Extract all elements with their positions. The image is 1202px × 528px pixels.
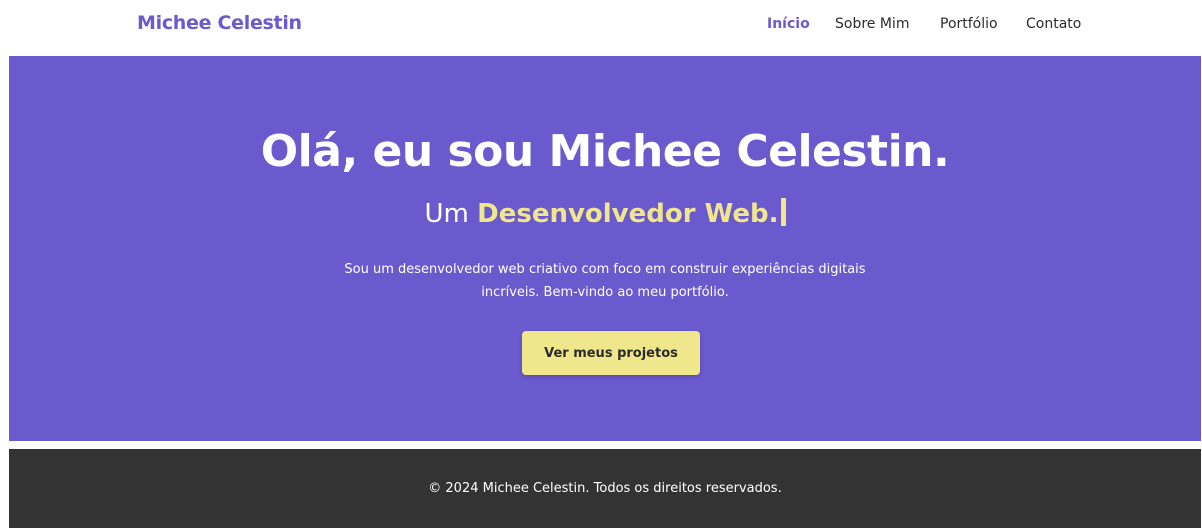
hero-subtitle: Um Desenvolvedor Web. — [9, 198, 1201, 229]
footer-copyright: © 2024 Michee Celestin. Todos os direito… — [428, 481, 782, 496]
hero-subtitle-prefix: Um — [424, 199, 469, 229]
site-footer: © 2024 Michee Celestin. Todos os direito… — [9, 449, 1201, 528]
main-nav: Início Sobre Mim Portfólio Contato — [0, 16, 1202, 36]
view-projects-button[interactable]: Ver meus projetos — [522, 331, 700, 375]
hero-description: Sou um desenvolvedor web criativo com fo… — [344, 262, 866, 300]
hero-title: Olá, eu sou Michee Celestin. — [260, 126, 950, 177]
hero-subtitle-role: Desenvolvedor Web. — [477, 199, 779, 229]
nav-link-portfolio[interactable]: Portfólio — [940, 16, 998, 32]
nav-link-sobre-mim[interactable]: Sobre Mim — [835, 16, 909, 32]
hero-section: Olá, eu sou Michee Celestin. Um Desenvol… — [9, 56, 1201, 441]
typing-cursor — [780, 198, 786, 226]
nav-link-inicio[interactable]: Início — [767, 16, 810, 32]
nav-link-contato[interactable]: Contato — [1026, 16, 1081, 32]
site-header: Michee Celestin Início Sobre Mim Portfól… — [0, 0, 1202, 48]
